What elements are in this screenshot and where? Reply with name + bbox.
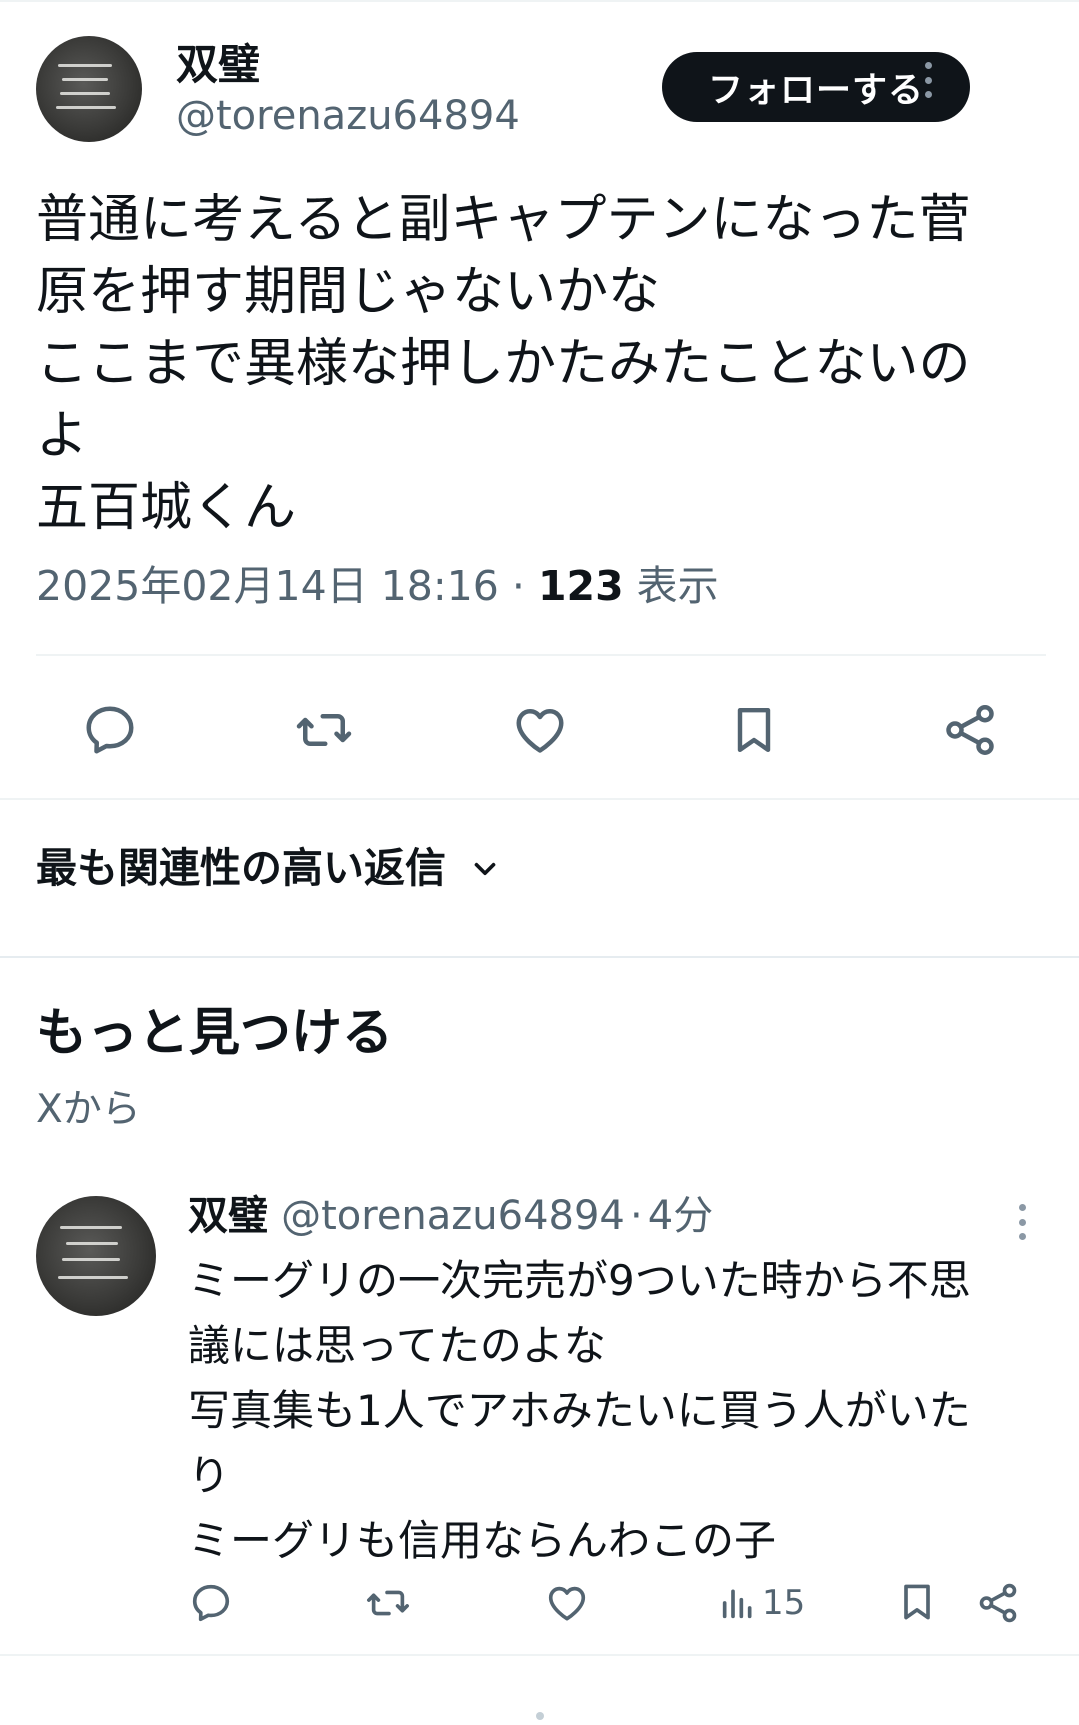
views-count[interactable]: 123: [538, 562, 624, 610]
replies-sort-selector[interactable]: 最も関連性の高い返信: [36, 848, 502, 889]
related-post-header: 双璧 @torenazu64894 · 4分: [188, 1196, 713, 1236]
reply-button[interactable]: [70, 700, 150, 760]
chevron-down-icon: [474, 862, 496, 875]
repost-icon: [367, 1590, 409, 1616]
meta-divider: [36, 654, 1046, 656]
share-button[interactable]: [930, 700, 1010, 760]
related-like-button[interactable]: [544, 1580, 590, 1626]
share-icon: [946, 705, 994, 755]
related-separator: ·: [629, 1193, 643, 1239]
related-bookmark-button[interactable]: [895, 1578, 939, 1626]
post-text: 普通に考えると副キャプテンになった菅 原を押す期間じゃないかな ここまで異様な押…: [36, 190, 971, 538]
post-timestamp[interactable]: 2025年02月14日 18:16: [36, 562, 499, 610]
author-name[interactable]: 双璧: [176, 44, 260, 86]
share-icon: [979, 1583, 1017, 1623]
related-author-handle[interactable]: @torenazu64894: [281, 1193, 625, 1239]
discover-subtitle: Xから: [36, 1087, 141, 1132]
section-divider: [0, 956, 1079, 958]
related-post-text: ミーグリの一次完売が9ついた時から不思 議には思ってたのよな 写真集も1人でアホ…: [188, 1256, 971, 1565]
discover-title: もっと見つける: [36, 1004, 394, 1063]
repost-icon: [296, 714, 352, 746]
repost-button[interactable]: [284, 700, 364, 760]
post-meta: 2025年02月14日 18:16 · 123 表示: [36, 566, 719, 607]
views-icon: [722, 1589, 752, 1619]
related-author-name[interactable]: 双璧: [188, 1193, 268, 1239]
related-views-count: 15: [762, 1583, 806, 1623]
scroll-indicator: [536, 1712, 544, 1720]
actions-divider: [0, 798, 1079, 800]
related-reply-button[interactable]: [188, 1580, 234, 1626]
author-handle[interactable]: @torenazu64894: [176, 96, 520, 136]
like-icon: [516, 709, 564, 753]
related-more-options-icon[interactable]: [1016, 1204, 1028, 1240]
replies-sort-label: 最も関連性の高い返信: [36, 844, 446, 892]
bookmark-icon: [904, 1584, 930, 1620]
author-avatar[interactable]: [36, 36, 142, 142]
like-button[interactable]: [500, 700, 580, 760]
reply-icon: [86, 706, 134, 754]
top-divider: [0, 0, 1079, 2]
related-views-button[interactable]: 15: [718, 1582, 805, 1624]
related-time-ago[interactable]: 4分: [648, 1193, 713, 1239]
bookmark-button[interactable]: [714, 698, 794, 762]
reply-icon: [192, 1584, 230, 1622]
more-options-icon[interactable]: [922, 62, 934, 98]
bookmark-icon: [737, 707, 771, 753]
views-label: 表示: [636, 562, 719, 610]
bottom-divider: [0, 1654, 1079, 1656]
like-icon: [548, 1586, 586, 1621]
meta-separator: ·: [511, 562, 525, 610]
related-repost-button[interactable]: [364, 1580, 412, 1626]
related-share-button[interactable]: [975, 1580, 1021, 1626]
related-author-avatar[interactable]: [36, 1196, 156, 1316]
